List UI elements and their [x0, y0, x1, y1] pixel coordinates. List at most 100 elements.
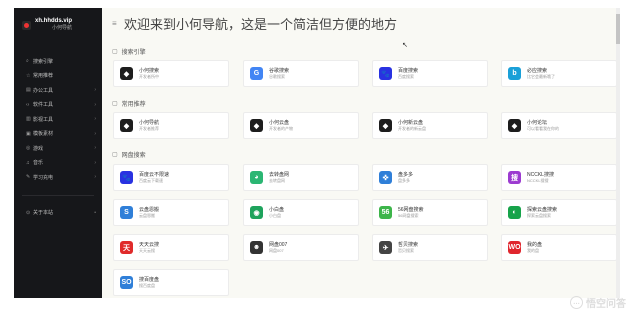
site-description: 去转盘网 — [269, 177, 285, 183]
site-description: 哲贝搜索 — [398, 247, 414, 253]
book-icon: ▥ — [26, 116, 31, 123]
site-logo-icon: ◉ — [250, 206, 263, 219]
dot-marker: • — [94, 209, 96, 216]
brand-name: 小何导航 — [52, 25, 73, 31]
site-card[interactable]: ◆ 小何导航 开发者推荐 — [113, 112, 229, 139]
site-card[interactable]: S 云盘恩搬 云盘恩搬 — [113, 199, 229, 226]
site-logo-icon: ✈ — [379, 241, 392, 254]
site-card[interactable]: ◆ 小何论坛 可以看看我在你的 — [501, 112, 617, 139]
watermark: … 悟空问答 — [570, 295, 626, 310]
site-description: 盘多多 — [398, 177, 410, 183]
site-logo-icon: S — [120, 206, 133, 219]
site-description: 比它会最新哦了 — [527, 73, 555, 79]
header: ≡ 欢迎来到小何导航，这是一个简洁但方便的地方 — [102, 8, 620, 38]
sidebar: xh.hhdds.vip 小何导航 ⌕ 搜索引擎 ☆ 常用推荐 ▤ 办公工具 › ‹› 软… — [14, 8, 102, 298]
site-card[interactable]: ☻ 网盘007 网盘007 — [243, 234, 359, 261]
tag-icon: ▢ — [112, 101, 118, 107]
site-description: 云盘恩搬 — [139, 212, 155, 218]
site-description: 搜百度盘 — [139, 282, 155, 288]
site-logo-icon: ◆ — [508, 119, 521, 132]
site-card[interactable]: 56 56网盘搜索 56网盘搜索 — [372, 199, 488, 226]
site-card[interactable]: G 谷歌搜索 谷歌搜索 — [243, 60, 359, 87]
site-card[interactable]: 搜 NCCKL搜搜 NCCKL搜搜 — [501, 164, 617, 191]
sidebar-item-games[interactable]: ◎ 游戏 › — [14, 141, 102, 156]
star-icon: ☆ — [26, 72, 31, 79]
site-logo-icon: ☻ — [250, 241, 263, 254]
site-card[interactable]: ◆ 小何云盘 开发者的产物 — [243, 112, 359, 139]
sidebar-item-study[interactable]: ✎ 学习充电 › — [14, 170, 102, 185]
sidebar-item-software[interactable]: ‹› 软件工具 › — [14, 98, 102, 113]
site-card[interactable]: ◆ 小何新云盘 开发者的新云盘 — [372, 112, 488, 139]
site-logo-icon: ◕ — [250, 171, 263, 184]
sidebar-nav: ⌕ 搜索引擎 ☆ 常用推荐 ▤ 办公工具 › ‹› 软件工具 › ▥ 影视工具 › ▣ 模板素材 ›… — [14, 54, 102, 220]
site-logo-icon: b — [508, 67, 521, 80]
scrollbar-thumb[interactable] — [616, 14, 620, 44]
sidebar-item-recommend[interactable]: ☆ 常用推荐 — [14, 69, 102, 84]
code-icon: ‹› — [26, 101, 30, 108]
search-icon: ⌕ — [26, 58, 29, 65]
site-logo-icon: ◆ — [250, 119, 263, 132]
section-title-netdisk: ▢ 网盘搜索 — [112, 152, 146, 159]
site-card[interactable]: ◉ 小白盘 小白盘 — [243, 199, 359, 226]
site-logo-icon: ◆ — [120, 67, 133, 80]
toolbox-icon: ▤ — [26, 87, 31, 94]
music-icon: ♫ — [26, 159, 30, 166]
site-description: 探索云盘搜索 — [527, 212, 551, 218]
site-card[interactable]: ◕ 去转盘网 去转盘网 — [243, 164, 359, 191]
brand-domain: xh.hhdds.vip — [35, 18, 73, 24]
sidebar-item-about[interactable]: ⊙ 关于本站 • — [14, 206, 102, 221]
site-description: 天天云搜 — [139, 247, 155, 253]
site-card[interactable]: ✈ 哲贝搜索 哲贝搜索 — [372, 234, 488, 261]
sidebar-item-office[interactable]: ▤ 办公工具 › — [14, 83, 102, 98]
site-description: 小白盘 — [269, 212, 281, 218]
section-title-search: ▢ 搜索引擎 — [112, 49, 146, 56]
chevron-right-icon: › — [94, 145, 96, 152]
site-logo-icon: ◆ — [120, 119, 133, 132]
chevron-right-icon: › — [94, 130, 96, 137]
site-card[interactable]: SO 搜百度盘 搜百度盘 — [113, 269, 229, 296]
app-window: xh.hhdds.vip 小何导航 ⌕ 搜索引擎 ☆ 常用推荐 ▤ 办公工具 › ‹› 软… — [14, 8, 620, 298]
sidebar-divider — [22, 194, 94, 196]
chevron-right-icon: › — [94, 101, 96, 108]
site-card[interactable]: 🐾 百度搜索 百度搜索 — [372, 60, 488, 87]
site-logo-icon: G — [250, 67, 263, 80]
chevron-right-icon: › — [94, 116, 96, 123]
site-card[interactable]: 天天天云搜 天天云搜 — [113, 234, 229, 261]
site-logo-icon: 🐾 — [379, 67, 392, 80]
tag-icon: ▢ — [112, 152, 118, 158]
chat-icon: … — [570, 296, 583, 309]
site-logo-icon: ◐ — [508, 206, 521, 219]
info-icon: ⊙ — [26, 209, 31, 216]
site-card[interactable]: b 必应搜索 比它会最新哦了 — [501, 60, 617, 87]
sidebar-item-search[interactable]: ⌕ 搜索引擎 — [14, 54, 102, 69]
site-logo-icon: 搜 — [508, 171, 521, 184]
site-logo-icon: WO — [508, 241, 521, 254]
site-description: 56网盘搜索 — [398, 212, 419, 218]
section-title-recommend: ▢ 常用推荐 — [112, 101, 146, 108]
site-card[interactable]: ◆ 小何搜索 开发者所中 — [113, 60, 229, 87]
sidebar-item-music[interactable]: ♫ 音乐 › — [14, 156, 102, 171]
site-logo-icon: 天 — [120, 241, 133, 254]
site-description: 百度云下载速 — [139, 177, 163, 183]
site-description: 我的盘 — [527, 247, 539, 253]
game-icon: ◎ — [26, 145, 31, 152]
chevron-right-icon: › — [94, 87, 96, 94]
site-logo-icon: 🐾 — [120, 171, 133, 184]
site-description: NCCKL搜搜 — [527, 177, 549, 183]
site-card[interactable]: 🐾 百度云不限速 百度云下载速 — [113, 164, 229, 191]
site-description: 谷歌搜索 — [269, 73, 285, 79]
site-description: 开发者的产物 — [269, 125, 293, 131]
site-description: 开发者所中 — [139, 73, 159, 79]
menu-icon[interactable]: ≡ — [112, 19, 124, 28]
site-card[interactable]: ✜ 盘多多 盘多多 — [372, 164, 488, 191]
sidebar-item-video[interactable]: ▥ 影视工具 › — [14, 112, 102, 127]
sidebar-item-templates[interactable]: ▣ 模板素材 › — [14, 127, 102, 142]
site-card[interactable]: WO 我的盘 我的盘 — [501, 234, 617, 261]
site-description: 百度搜索 — [398, 73, 414, 79]
main-content: ≡ 欢迎来到小何导航，这是一个简洁但方便的地方 ↖ ▢ 搜索引擎 ▢ 常用推荐 ▢ 网… — [102, 8, 620, 298]
scrollbar[interactable] — [616, 8, 620, 298]
brand[interactable]: xh.hhdds.vip 小何导航 — [14, 8, 102, 40]
site-description: 开发者推荐 — [139, 125, 159, 131]
site-card[interactable]: ◐ 探索云盘搜索 探索云盘搜索 — [501, 199, 617, 226]
image-icon: ▣ — [26, 130, 31, 137]
